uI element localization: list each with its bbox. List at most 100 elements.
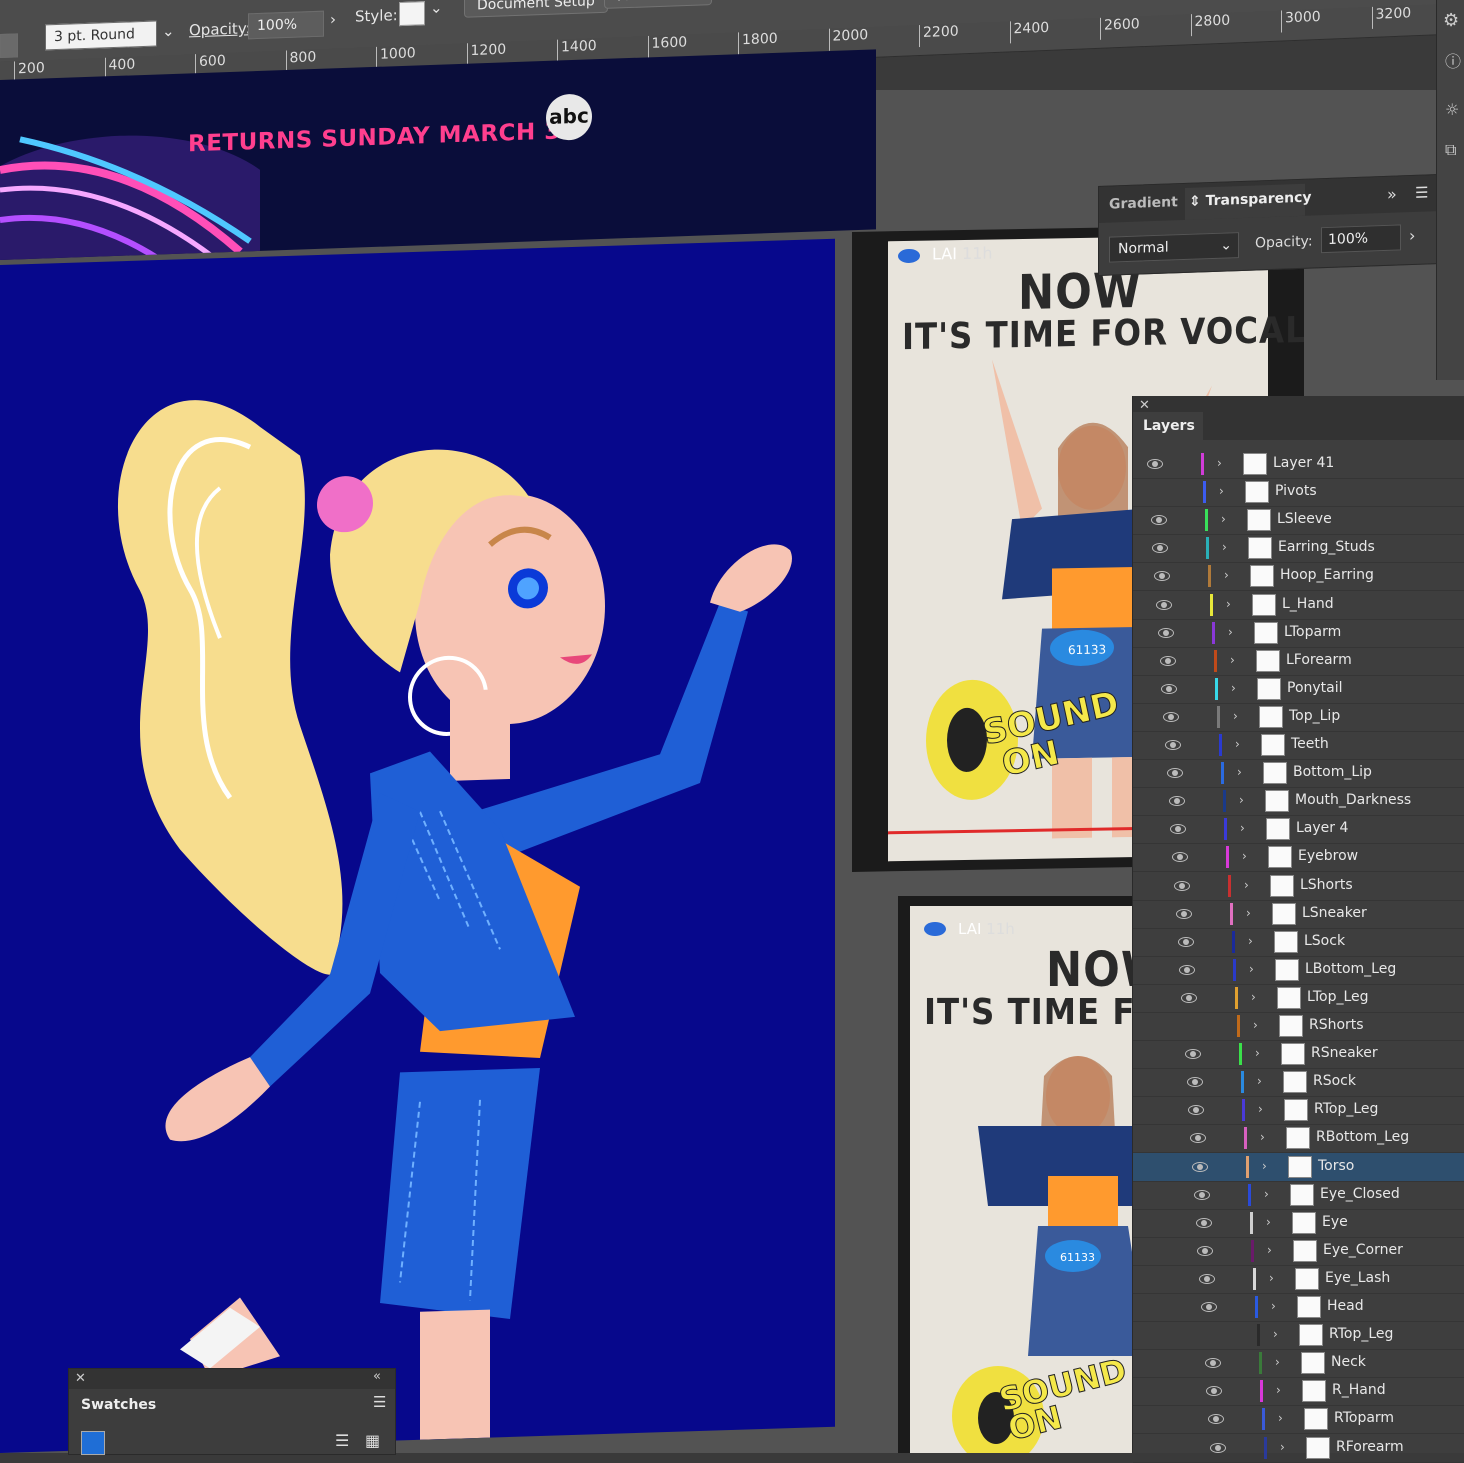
- eye-icon[interactable]: [1187, 1077, 1203, 1088]
- eye-icon[interactable]: [1147, 459, 1163, 469]
- chevron-right-icon[interactable]: ›: [1244, 878, 1249, 892]
- chevron-right-icon[interactable]: ›: [1239, 793, 1244, 807]
- opacity-input[interactable]: 100%: [1321, 224, 1401, 254]
- chevron-right-icon[interactable]: ›: [1269, 1271, 1274, 1285]
- chevron-right-icon[interactable]: ›: [1273, 1327, 1278, 1341]
- eye-icon[interactable]: [1181, 992, 1197, 1003]
- eye-icon[interactable]: [1199, 1273, 1215, 1284]
- chevron-right-icon[interactable]: ›: [1251, 990, 1256, 1004]
- chevron-right-icon[interactable]: ›: [1230, 653, 1235, 667]
- layer-row[interactable]: › Top_Lip: [1133, 703, 1464, 732]
- layer-row[interactable]: › Neck: [1133, 1349, 1464, 1379]
- eye-icon[interactable]: [1178, 936, 1194, 947]
- chevron-right-icon[interactable]: ›: [1228, 625, 1233, 639]
- layer-row[interactable]: › RForearm: [1133, 1434, 1464, 1463]
- stroke-profile-field[interactable]: 3 pt. Round: [45, 20, 157, 51]
- chevron-right-icon[interactable]: ›: [1240, 821, 1245, 835]
- fill-stroke-icon[interactable]: [81, 1431, 105, 1455]
- chevron-right-icon[interactable]: ›: [1224, 568, 1229, 582]
- eye-icon[interactable]: [1208, 1414, 1224, 1425]
- info-icon[interactable]: ⓘ: [1445, 48, 1461, 72]
- eye-icon[interactable]: [1165, 740, 1181, 750]
- layer-row[interactable]: › LForearm: [1133, 647, 1464, 676]
- eye-icon[interactable]: [1170, 824, 1186, 835]
- chevron-right-icon[interactable]: ›: [1226, 597, 1231, 611]
- chevron-right-icon[interactable]: ›: [1275, 1355, 1280, 1369]
- layer-row[interactable]: › LShorts: [1133, 872, 1464, 901]
- chevron-right-icon[interactable]: ›: [1271, 1299, 1276, 1313]
- layer-row[interactable]: › Earring_Studs: [1133, 534, 1464, 564]
- layer-row[interactable]: › LTop_Leg: [1133, 984, 1464, 1013]
- chevron-right-icon[interactable]: ›: [1248, 934, 1253, 948]
- chevron-right-icon[interactable]: ›: [1267, 1243, 1272, 1257]
- blend-mode-select[interactable]: Normal ⌄: [1109, 232, 1239, 263]
- layer-row[interactable]: › Pivots: [1133, 478, 1464, 508]
- eye-icon[interactable]: [1154, 571, 1170, 582]
- close-icon[interactable]: ✕: [1139, 398, 1150, 413]
- layer-row[interactable]: › RSneaker: [1133, 1040, 1464, 1070]
- swatches-tab[interactable]: Swatches: [81, 1397, 156, 1413]
- layer-row[interactable]: › Layer 41: [1133, 450, 1464, 479]
- layer-row[interactable]: › RSock: [1133, 1068, 1464, 1098]
- chevron-right-icon[interactable]: ›: [1278, 1411, 1283, 1425]
- grid-view-icon[interactable]: ▦: [365, 1431, 380, 1450]
- layer-row[interactable]: › Mouth_Darkness: [1133, 787, 1464, 817]
- chevron-right-icon[interactable]: ›: [1237, 765, 1242, 779]
- layer-row[interactable]: › Bottom_Lip: [1133, 759, 1464, 789]
- eye-icon[interactable]: [1160, 655, 1176, 666]
- graphic-style-swatch[interactable]: [399, 1, 425, 27]
- layer-row[interactable]: › Eye_Closed: [1133, 1181, 1464, 1210]
- layer-row[interactable]: › RShorts: [1133, 1012, 1464, 1041]
- chevron-right-icon[interactable]: ›: [1242, 849, 1247, 863]
- eye-icon[interactable]: [1174, 880, 1190, 891]
- layer-row[interactable]: › L_Hand: [1133, 591, 1464, 620]
- eye-icon[interactable]: [1152, 543, 1168, 554]
- eye-icon[interactable]: [1151, 515, 1167, 526]
- close-icon[interactable]: ✕: [75, 1371, 86, 1386]
- layer-row[interactable]: › Torso: [1133, 1152, 1464, 1182]
- gear-icon[interactable]: ⚙: [1443, 10, 1459, 31]
- chevron-right-icon[interactable]: ›: [1258, 1102, 1263, 1116]
- layers-tab[interactable]: Layers: [1143, 418, 1195, 434]
- chevron-right-icon[interactable]: ›: [1257, 1074, 1262, 1088]
- opacity-label[interactable]: Opacity:: [189, 19, 251, 39]
- eye-icon[interactable]: [1206, 1386, 1222, 1397]
- layer-row[interactable]: › LSleeve: [1133, 506, 1464, 536]
- layer-row[interactable]: › LToparm: [1133, 619, 1464, 648]
- layer-row[interactable]: › Eye_Lash: [1133, 1265, 1464, 1294]
- layer-row[interactable]: › RBottom_Leg: [1133, 1124, 1464, 1154]
- collapse-icon[interactable]: «: [373, 1369, 381, 1384]
- list-view-icon[interactable]: ☰: [335, 1431, 349, 1450]
- transform-icon[interactable]: ⧉: [1445, 140, 1456, 160]
- layer-row[interactable]: › LSneaker: [1133, 900, 1464, 929]
- chevron-right-icon[interactable]: ›: [330, 10, 336, 28]
- eye-icon[interactable]: [1210, 1442, 1226, 1453]
- eye-icon[interactable]: [1188, 1105, 1204, 1116]
- chevron-right-icon[interactable]: ›: [1221, 512, 1226, 526]
- chevron-right-icon[interactable]: ›: [1280, 1440, 1285, 1454]
- layer-row[interactable]: › Eyebrow: [1133, 843, 1464, 873]
- document-setup-button[interactable]: Document Setup: [464, 0, 608, 18]
- chevron-right-icon[interactable]: ›: [1222, 540, 1227, 554]
- chevron-right-icon[interactable]: ›: [1409, 226, 1415, 245]
- tab-gradient[interactable]: Gradient: [1109, 194, 1178, 212]
- chevron-right-icon[interactable]: ›: [1217, 456, 1222, 470]
- eye-icon[interactable]: [1197, 1245, 1213, 1256]
- panel-menu-icon[interactable]: ☰: [373, 1393, 386, 1411]
- layer-row[interactable]: › Eye: [1133, 1209, 1464, 1238]
- panel-menu-icon[interactable]: ☰: [1415, 183, 1428, 201]
- chevron-right-icon[interactable]: ›: [1266, 1215, 1271, 1229]
- eye-icon[interactable]: [1158, 627, 1174, 638]
- eye-icon[interactable]: [1161, 683, 1177, 694]
- layer-row[interactable]: › Ponytail: [1133, 675, 1464, 704]
- layer-row[interactable]: › Eye_Corner: [1133, 1237, 1464, 1266]
- eye-icon[interactable]: [1156, 599, 1172, 610]
- eye-icon[interactable]: [1194, 1189, 1210, 1200]
- layer-row[interactable]: › RTop_Leg: [1133, 1096, 1464, 1126]
- chevron-down-icon[interactable]: ⌄: [162, 22, 175, 40]
- chevron-right-icon[interactable]: ›: [1235, 737, 1240, 751]
- layer-row[interactable]: › Hoop_Earring: [1133, 562, 1464, 592]
- layer-row[interactable]: › RTop_Leg: [1133, 1321, 1464, 1351]
- eye-icon[interactable]: [1179, 964, 1195, 975]
- eye-icon[interactable]: [1176, 908, 1192, 919]
